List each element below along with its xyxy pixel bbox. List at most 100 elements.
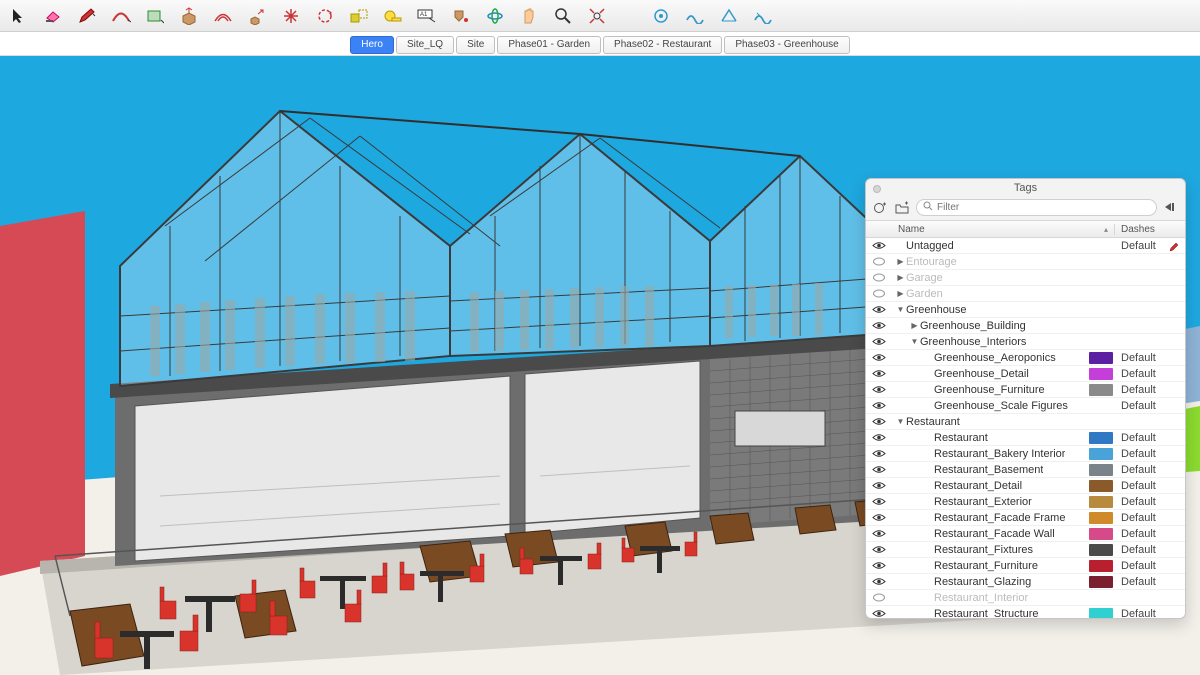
- tag-color-swatch[interactable]: [1089, 528, 1113, 540]
- offset-icon[interactable]: [212, 5, 234, 27]
- tag-row[interactable]: Greenhouse_DetailDefault: [866, 366, 1185, 382]
- tag-name-cell[interactable]: ▶Entourage: [892, 256, 1089, 268]
- column-name[interactable]: Name ▴: [892, 224, 1115, 235]
- tag-name-cell[interactable]: Greenhouse_Scale Figures: [892, 400, 1089, 412]
- tape-icon[interactable]: [382, 5, 404, 27]
- visibility-eye-icon[interactable]: [866, 241, 892, 250]
- scale-icon[interactable]: [348, 5, 370, 27]
- tag-name-cell[interactable]: Restaurant_Detail: [892, 480, 1089, 492]
- tag-name-cell[interactable]: Restaurant_Furniture: [892, 560, 1089, 572]
- pushpull-icon[interactable]: [178, 5, 200, 27]
- disclosure-icon[interactable]: ▼: [896, 305, 905, 314]
- disclosure-icon[interactable]: ▼: [896, 417, 905, 426]
- tag-color-swatch[interactable]: [1089, 384, 1113, 396]
- visibility-eye-icon[interactable]: [866, 529, 892, 538]
- tag-color-swatch[interactable]: [1089, 512, 1113, 524]
- tag-row[interactable]: ▶Greenhouse_Building: [866, 318, 1185, 334]
- tag-color-swatch[interactable]: [1089, 464, 1113, 476]
- rotate-icon[interactable]: [314, 5, 336, 27]
- tag-dash-cell[interactable]: Default: [1115, 352, 1185, 364]
- followme-icon[interactable]: [280, 5, 302, 27]
- tag-dash-cell[interactable]: Default: [1115, 512, 1185, 524]
- tag-color-swatch[interactable]: [1089, 576, 1113, 588]
- visibility-eye-icon[interactable]: [866, 369, 892, 378]
- extension1-icon[interactable]: [650, 5, 672, 27]
- tag-row[interactable]: Greenhouse_Scale FiguresDefault: [866, 398, 1185, 414]
- scene-tab-site[interactable]: Site: [456, 36, 495, 54]
- tag-dash-cell[interactable]: Default: [1115, 480, 1185, 492]
- visibility-eye-icon[interactable]: [866, 513, 892, 522]
- tag-name-cell[interactable]: Greenhouse_Furniture: [892, 384, 1089, 396]
- add-tag-icon[interactable]: [872, 200, 888, 216]
- tag-dash-cell[interactable]: Default: [1115, 432, 1185, 444]
- tag-color-swatch[interactable]: [1089, 432, 1113, 444]
- visibility-eye-icon[interactable]: [866, 337, 892, 346]
- tag-dash-cell[interactable]: Default: [1115, 560, 1185, 572]
- tag-name-cell[interactable]: Restaurant_Facade Frame: [892, 512, 1089, 524]
- tag-name-cell[interactable]: Greenhouse_Detail: [892, 368, 1089, 380]
- shape-icon[interactable]: [144, 5, 166, 27]
- scene-tab-phase03[interactable]: Phase03 - Greenhouse: [724, 36, 849, 54]
- tag-row[interactable]: Greenhouse_Aeroponics Default: [866, 350, 1185, 366]
- text-icon[interactable]: A1: [416, 5, 438, 27]
- orbit-icon[interactable]: [484, 5, 506, 27]
- select-arrow-icon[interactable]: [8, 5, 30, 27]
- disclosure-icon[interactable]: ▶: [896, 273, 905, 282]
- tag-dash-cell[interactable]: Default: [1115, 448, 1185, 460]
- tag-name-cell[interactable]: Untagged: [892, 240, 1089, 252]
- tag-row[interactable]: Greenhouse_Furniture Default: [866, 382, 1185, 398]
- tag-name-cell[interactable]: Restaurant_Basement: [892, 464, 1089, 476]
- tag-row[interactable]: UntaggedDefault: [866, 238, 1185, 254]
- scene-tab-hero[interactable]: Hero: [350, 36, 394, 54]
- tag-row[interactable]: Restaurant_StructureDefault: [866, 606, 1185, 618]
- tag-row[interactable]: ▶Garden: [866, 286, 1185, 302]
- tag-color-swatch[interactable]: [1089, 608, 1113, 619]
- visibility-eye-icon[interactable]: [866, 449, 892, 458]
- tag-dash-cell[interactable]: Default: [1115, 576, 1185, 588]
- visibility-eye-icon[interactable]: [866, 577, 892, 586]
- tag-name-cell[interactable]: ▶Greenhouse_Building: [892, 320, 1089, 332]
- scene-tab-phase02[interactable]: Phase02 - Restaurant: [603, 36, 722, 54]
- tag-row[interactable]: Restaurant_Bakery InteriorDefault: [866, 446, 1185, 462]
- tag-row[interactable]: Restaurant_Facade WallDefault: [866, 526, 1185, 542]
- visibility-eye-icon[interactable]: [866, 561, 892, 570]
- visibility-eye-icon[interactable]: [866, 401, 892, 410]
- visibility-eye-icon[interactable]: [866, 609, 892, 618]
- pencil-icon[interactable]: [76, 5, 98, 27]
- tag-name-cell[interactable]: Greenhouse_Aeroponics: [892, 352, 1089, 364]
- visibility-eye-icon[interactable]: [866, 385, 892, 394]
- tag-color-swatch[interactable]: [1089, 480, 1113, 492]
- visibility-eye-icon[interactable]: [866, 433, 892, 442]
- pencil-icon[interactable]: [1169, 242, 1179, 255]
- tag-color-swatch[interactable]: [1089, 368, 1113, 380]
- tag-row[interactable]: ▶Entourage: [866, 254, 1185, 270]
- tag-dash-cell[interactable]: Default: [1115, 496, 1185, 508]
- tag-dash-cell[interactable]: Default: [1115, 384, 1185, 396]
- tag-name-cell[interactable]: Restaurant_Interior: [892, 592, 1089, 604]
- tags-panel[interactable]: Tags Name ▴ Dashes UntaggedDefault▶Entou…: [865, 178, 1186, 619]
- tag-row[interactable]: Restaurant_Facade Frame Default: [866, 510, 1185, 526]
- disclosure-icon[interactable]: ▶: [896, 257, 905, 266]
- tag-name-cell[interactable]: Restaurant_Glazing: [892, 576, 1089, 588]
- tag-color-swatch[interactable]: [1089, 544, 1113, 556]
- visibility-hidden-icon[interactable]: [866, 273, 892, 282]
- tag-row[interactable]: ▼Greenhouse_Interiors: [866, 334, 1185, 350]
- tag-name-cell[interactable]: ▶Garden: [892, 288, 1089, 300]
- tag-row[interactable]: Restaurant_Detail Default: [866, 478, 1185, 494]
- tags-search[interactable]: [916, 199, 1157, 216]
- scene-tab-phase01[interactable]: Phase01 - Garden: [497, 36, 601, 54]
- extension2-icon[interactable]: [684, 5, 706, 27]
- tag-row[interactable]: RestaurantDefault: [866, 430, 1185, 446]
- tag-dash-cell[interactable]: Default: [1115, 528, 1185, 540]
- paint-icon[interactable]: [450, 5, 472, 27]
- eraser-icon[interactable]: [42, 5, 64, 27]
- tag-name-cell[interactable]: ▶Garage: [892, 272, 1089, 284]
- tag-name-cell[interactable]: Restaurant_Fixtures: [892, 544, 1089, 556]
- tags-filter-input[interactable]: [937, 202, 1150, 213]
- visibility-hidden-icon[interactable]: [866, 257, 892, 266]
- visibility-eye-icon[interactable]: [866, 353, 892, 362]
- disclosure-icon[interactable]: ▶: [910, 321, 919, 330]
- tag-dash-cell[interactable]: Default: [1115, 464, 1185, 476]
- move-icon[interactable]: [246, 5, 268, 27]
- visibility-hidden-icon[interactable]: [866, 593, 892, 602]
